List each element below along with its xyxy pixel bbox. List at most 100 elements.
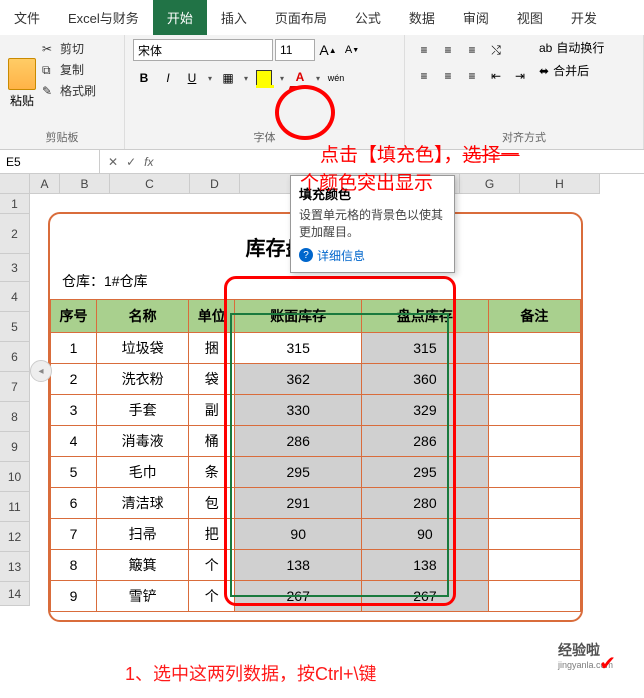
row-header-12[interactable]: 12 [0, 522, 30, 552]
row-header-1[interactable]: 1 [0, 194, 30, 214]
table-cell[interactable]: 90 [362, 519, 489, 550]
align-bottom-button[interactable]: ≡ [461, 39, 483, 61]
tab-8[interactable]: 视图 [503, 0, 557, 35]
table-cell[interactable]: 7 [51, 519, 97, 550]
col-header-A[interactable]: A [30, 174, 60, 194]
font-name-combo[interactable] [133, 39, 273, 61]
table-cell[interactable]: 雪铲 [97, 581, 189, 612]
table-cell[interactable]: 2 [51, 364, 97, 395]
decrease-indent-button[interactable]: ⇤ [485, 65, 507, 87]
row-header-14[interactable]: 14 [0, 582, 30, 606]
table-cell[interactable]: 4 [51, 426, 97, 457]
chevron-down-icon[interactable]: ▾ [313, 74, 323, 83]
col-header-H[interactable]: H [520, 174, 600, 194]
table-row[interactable]: 2洗衣粉袋362360 [51, 364, 581, 395]
table-cell[interactable]: 360 [362, 364, 489, 395]
tooltip-more-link[interactable]: ? 详细信息 [299, 247, 446, 264]
italic-button[interactable]: I [157, 67, 179, 89]
merge-button[interactable]: ⬌ 合并后 [539, 62, 604, 79]
table-cell[interactable]: 286 [362, 426, 489, 457]
table-cell[interactable]: 扫帚 [97, 519, 189, 550]
font-size-combo[interactable] [275, 39, 315, 61]
table-row[interactable]: 4消毒液桶286286 [51, 426, 581, 457]
table-row[interactable]: 9雪铲个267267 [51, 581, 581, 612]
row-header-7[interactable]: 7 [0, 372, 30, 402]
tab-5[interactable]: 公式 [341, 0, 395, 35]
align-middle-button[interactable]: ≡ [437, 39, 459, 61]
row-header-4[interactable]: 4 [0, 282, 30, 312]
col-header-D[interactable]: D [190, 174, 240, 194]
row-header-2[interactable]: 2 [0, 214, 30, 254]
tab-2[interactable]: 开始 [153, 0, 207, 35]
table-cell[interactable]: 清洁球 [97, 488, 189, 519]
table-cell[interactable]: 副 [189, 395, 235, 426]
table-cell[interactable]: 洗衣粉 [97, 364, 189, 395]
collapse-button[interactable]: ◂ [30, 360, 52, 382]
shrink-font-button[interactable]: A▼ [341, 39, 363, 61]
table-cell[interactable]: 286 [235, 426, 362, 457]
row-header-6[interactable]: 6 [0, 342, 30, 372]
row-header-11[interactable]: 11 [0, 492, 30, 522]
table-row[interactable]: 1垃圾袋捆315315 [51, 333, 581, 364]
table-row[interactable]: 8簸箕个138138 [51, 550, 581, 581]
row-header-13[interactable]: 13 [0, 552, 30, 582]
fill-color-dropdown[interactable]: ▾ [277, 74, 287, 83]
tab-6[interactable]: 数据 [395, 0, 449, 35]
increase-indent-button[interactable]: ⇥ [509, 65, 531, 87]
fx-confirm-icon[interactable]: ✓ [126, 155, 136, 169]
tab-3[interactable]: 插入 [207, 0, 261, 35]
align-right-button[interactable]: ≡ [461, 65, 483, 87]
table-cell[interactable] [488, 581, 580, 612]
table-cell[interactable] [488, 457, 580, 488]
table-cell[interactable] [488, 488, 580, 519]
table-cell[interactable]: 袋 [189, 364, 235, 395]
fill-color-button[interactable] [253, 67, 275, 89]
table-cell[interactable]: 个 [189, 550, 235, 581]
fx-cancel-icon[interactable]: ✕ [108, 155, 118, 169]
table-cell[interactable]: 条 [189, 457, 235, 488]
table-cell[interactable]: 消毒液 [97, 426, 189, 457]
table-cell[interactable]: 桶 [189, 426, 235, 457]
table-row[interactable]: 6清洁球包291280 [51, 488, 581, 519]
table-cell[interactable]: 8 [51, 550, 97, 581]
select-all-corner[interactable] [0, 174, 30, 194]
table-cell[interactable]: 捆 [189, 333, 235, 364]
font-color-button[interactable]: A [289, 67, 311, 89]
table-cell[interactable]: 垃圾袋 [97, 333, 189, 364]
table-cell[interactable]: 毛巾 [97, 457, 189, 488]
table-cell[interactable] [488, 395, 580, 426]
table-cell[interactable]: 5 [51, 457, 97, 488]
table-cell[interactable]: 330 [235, 395, 362, 426]
table-cell[interactable]: 315 [362, 333, 489, 364]
name-box[interactable] [0, 150, 100, 173]
row-header-5[interactable]: 5 [0, 312, 30, 342]
table-cell[interactable]: 个 [189, 581, 235, 612]
table-cell[interactable]: 6 [51, 488, 97, 519]
orientation-button[interactable]: ⤭ [485, 39, 507, 61]
table-cell[interactable] [488, 364, 580, 395]
table-cell[interactable]: 1 [51, 333, 97, 364]
row-header-10[interactable]: 10 [0, 462, 30, 492]
tab-9[interactable]: 开发 [557, 0, 611, 35]
table-cell[interactable] [488, 333, 580, 364]
table-row[interactable]: 3手套副330329 [51, 395, 581, 426]
table-cell[interactable] [488, 426, 580, 457]
format-painter-button[interactable]: ✎ 格式刷 [40, 81, 98, 100]
col-header-C[interactable]: C [110, 174, 190, 194]
table-row[interactable]: 5毛巾条295295 [51, 457, 581, 488]
table-cell[interactable]: 9 [51, 581, 97, 612]
underline-button[interactable]: U [181, 67, 203, 89]
table-cell[interactable]: 把 [189, 519, 235, 550]
row-header-3[interactable]: 3 [0, 254, 30, 282]
table-row[interactable]: 7扫帚把9090 [51, 519, 581, 550]
phonetic-button[interactable]: wén [325, 67, 347, 89]
table-cell[interactable] [488, 519, 580, 550]
wrap-text-button[interactable]: ab 自动换行 [539, 39, 604, 56]
table-cell[interactable]: 329 [362, 395, 489, 426]
chevron-down-icon[interactable]: ▾ [241, 74, 251, 83]
table-cell[interactable]: 362 [235, 364, 362, 395]
bold-button[interactable]: B [133, 67, 155, 89]
row-header-8[interactable]: 8 [0, 402, 30, 432]
fx-icon[interactable]: fx [144, 155, 153, 169]
table-cell[interactable]: 295 [362, 457, 489, 488]
